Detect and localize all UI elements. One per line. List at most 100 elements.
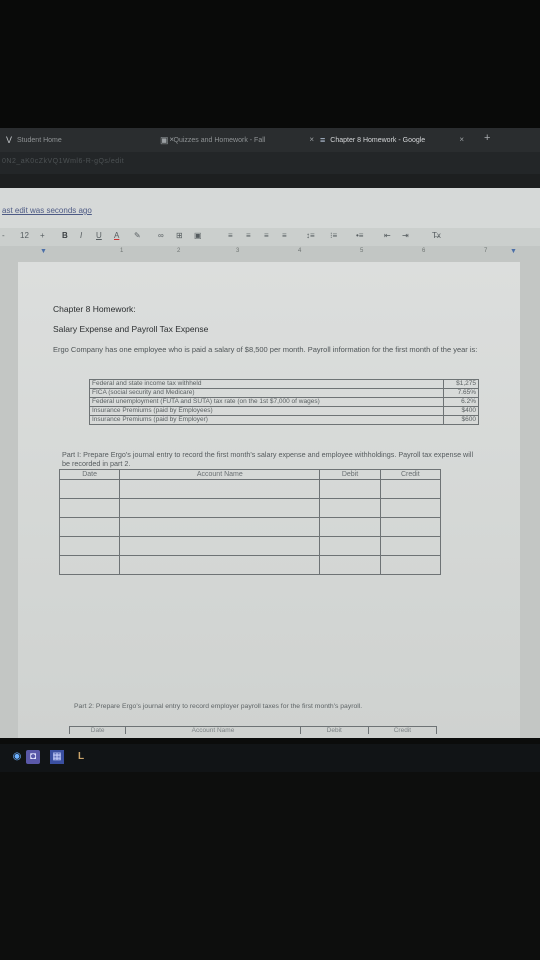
ruler-number: 1 xyxy=(120,248,124,254)
date-cell[interactable] xyxy=(58,536,121,556)
debit-cell[interactable] xyxy=(319,498,381,518)
ruler-number: 7 xyxy=(484,248,488,254)
ruler-number: 6 xyxy=(422,248,426,254)
font-size-field[interactable]: 12 xyxy=(20,231,29,240)
indent-marker-icon[interactable]: ▼ xyxy=(40,248,47,255)
l-app-taskbar-icon[interactable]: L xyxy=(74,750,88,764)
table-row: Insurance Premiums (paid by Employees) $… xyxy=(89,406,479,416)
column-header-account: Account Name xyxy=(119,469,321,480)
document-subtitle: Salary Expense and Payroll Tax Expense xyxy=(53,324,209,334)
increase-font-button[interactable]: + xyxy=(40,231,45,240)
table-row xyxy=(58,498,442,518)
column-header-debit: Debit xyxy=(319,469,381,480)
tab-close-icon[interactable]: × xyxy=(459,135,464,144)
credit-cell[interactable] xyxy=(379,479,442,499)
table-row xyxy=(58,479,442,499)
tab-student-home[interactable]: V Student Home × xyxy=(0,128,180,152)
credit-cell[interactable] xyxy=(379,536,442,556)
right-indent-marker-icon[interactable]: ▼ xyxy=(510,248,517,255)
taskbar: ◉ ◘ ▦ L xyxy=(0,744,540,772)
journal-table-part-2: Date Account Name Debit Credit xyxy=(68,726,438,734)
numbered-list-icon[interactable]: ⁝≡ xyxy=(330,231,337,240)
line-spacing-icon[interactable]: ↕≡ xyxy=(306,231,315,240)
info-value: 6.2% xyxy=(443,397,479,407)
table-row: Federal unemployment (FUTA and SUTA) tax… xyxy=(89,397,479,407)
monitor-bezel-bottom xyxy=(0,772,540,960)
column-header-debit: Debit xyxy=(299,726,369,734)
app-taskbar-icon[interactable]: ◘ xyxy=(26,750,40,764)
tab-close-icon[interactable]: × xyxy=(309,135,314,144)
column-header-account: Account Name xyxy=(125,726,301,734)
table-row xyxy=(58,536,442,556)
align-left-icon[interactable]: ≡ xyxy=(228,231,233,240)
table-header-row: Date Account Name Debit Credit xyxy=(58,469,442,480)
italic-button[interactable]: I xyxy=(80,231,82,240)
decrease-indent-icon[interactable]: ⇤ xyxy=(384,231,391,240)
ruler-number: 2 xyxy=(177,248,181,254)
docs-icon: ≡ xyxy=(320,135,326,145)
link-icon[interactable]: ∞ xyxy=(158,231,164,240)
window-taskbar-icon[interactable]: ▦ xyxy=(50,750,64,764)
clear-formatting-icon[interactable]: T̶x xyxy=(432,231,441,240)
account-cell[interactable] xyxy=(119,479,321,499)
debit-cell[interactable] xyxy=(319,479,381,499)
underline-button[interactable]: U xyxy=(96,231,102,240)
image-icon[interactable]: ▣ xyxy=(194,231,202,240)
debit-cell[interactable] xyxy=(319,517,381,537)
credit-cell[interactable] xyxy=(379,517,442,537)
new-tab-button[interactable]: + xyxy=(484,132,490,144)
align-justify-icon[interactable]: ≡ xyxy=(282,231,287,240)
tab-quizzes-homework[interactable]: ▣ Quizzes and Homework - Fall × xyxy=(160,128,320,152)
highlight-icon[interactable]: ✎ xyxy=(134,231,141,240)
info-value: 7.65% xyxy=(443,388,479,398)
debit-cell[interactable] xyxy=(319,555,381,575)
account-cell[interactable] xyxy=(119,498,321,518)
align-center-icon[interactable]: ≡ xyxy=(246,231,251,240)
payroll-info-table: Federal and state income tax withheld $1… xyxy=(89,379,479,425)
account-cell[interactable] xyxy=(119,555,321,575)
info-label: Federal and state income tax withheld xyxy=(89,379,444,389)
tab-chapter-8-homework[interactable]: ≡ Chapter 8 Homework - Google × xyxy=(320,128,470,152)
table-row: Federal and state income tax withheld $1… xyxy=(89,379,479,389)
date-cell[interactable] xyxy=(58,479,121,499)
credit-cell[interactable] xyxy=(379,555,442,575)
info-value: $400 xyxy=(443,406,479,416)
text-color-button[interactable]: A xyxy=(114,231,119,240)
browser-tab-strip: V Student Home × ▣ Quizzes and Homework … xyxy=(0,128,540,152)
table-row: FICA (social security and Medicare) 7.65… xyxy=(89,388,479,398)
info-label: FICA (social security and Medicare) xyxy=(89,388,444,398)
address-bar[interactable]: 0N2_aK0cZkVQ1Wml6-R-gQs/edit xyxy=(0,152,540,174)
date-cell[interactable] xyxy=(58,517,121,537)
info-value: $600 xyxy=(443,415,479,425)
journal-table-part-1: Date Account Name Debit Credit xyxy=(58,469,442,575)
browser-separator xyxy=(0,174,540,188)
part-1-instructions: Part I: Prepare Ergo's journal entry to … xyxy=(62,450,474,468)
zoom-dash: - xyxy=(2,231,5,240)
comment-icon[interactable]: ⊞ xyxy=(176,231,183,240)
debit-cell[interactable] xyxy=(319,536,381,556)
course-icon: ▣ xyxy=(160,134,169,145)
info-value: $1,275 xyxy=(443,379,479,389)
url-text: 0N2_aK0cZkVQ1Wml6-R-gQs/edit xyxy=(2,158,125,165)
tab-label: Quizzes and Homework - Fall xyxy=(173,136,266,144)
info-label: Insurance Premiums (paid by Employer) xyxy=(89,415,444,425)
date-cell[interactable] xyxy=(58,498,121,518)
ruler-number: 4 xyxy=(298,248,302,254)
uv-logo-icon: V xyxy=(6,135,13,145)
chrome-taskbar-icon[interactable]: ◉ xyxy=(10,750,24,764)
column-header-date: Date xyxy=(68,726,127,734)
date-cell[interactable] xyxy=(58,555,121,575)
account-cell[interactable] xyxy=(119,517,321,537)
align-right-icon[interactable]: ≡ xyxy=(264,231,269,240)
credit-cell[interactable] xyxy=(379,498,442,518)
intro-paragraph: Ergo Company has one employee who is pai… xyxy=(53,345,478,354)
column-header-date: Date xyxy=(58,469,121,480)
bold-button[interactable]: B xyxy=(62,231,68,240)
increase-indent-icon[interactable]: ⇥ xyxy=(402,231,409,240)
tab-label: Chapter 8 Homework - Google xyxy=(330,136,426,144)
bulleted-list-icon[interactable]: •≡ xyxy=(356,231,363,240)
part-2-instructions: Part 2: Prepare Ergo's journal entry to … xyxy=(74,703,363,710)
account-cell[interactable] xyxy=(119,536,321,556)
info-label: Federal unemployment (FUTA and SUTA) tax… xyxy=(89,397,444,407)
last-edit-link[interactable]: ast edit was seconds ago xyxy=(2,206,92,215)
